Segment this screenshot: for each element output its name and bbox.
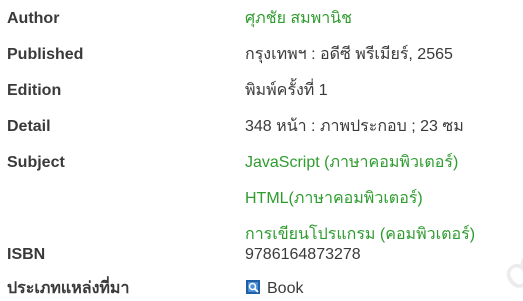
author-row: Author ศุภชัย สมพานิช [0, 8, 523, 44]
subject-item: JavaScript (ภาษาคอมพิวเตอร์) [245, 152, 475, 188]
isbn-label: ISBN [7, 246, 46, 263]
subject-link-html[interactable]: HTML(ภาษาคอมพิวเตอร์) [245, 190, 423, 207]
edition-label: Edition [7, 82, 62, 99]
subject-item: HTML(ภาษาคอมพิวเตอร์) [245, 188, 475, 224]
isbn-row: ISBN 9786164873278 [0, 244, 523, 280]
book-icon [246, 280, 260, 294]
published-label: Published [7, 46, 84, 63]
detail-value: 348 หน้า : ภาพประกอบ ; 23 ซม [245, 118, 464, 135]
published-value: กรุงเทพฯ : อดีซี พรีเมียร์, 2565 [245, 46, 453, 63]
subject-link-javascript[interactable]: JavaScript (ภาษาคอมพิวเตอร์) [245, 154, 458, 171]
edition-row: Edition พิมพ์ครั้งที่ 1 [0, 80, 523, 116]
isbn-value: 9786164873278 [245, 246, 361, 263]
edition-value: พิมพ์ครั้งที่ 1 [245, 82, 328, 99]
subject-link-programming[interactable]: การเขียนโปรแกรม (คอมพิวเตอร์) [245, 226, 475, 243]
detail-label: Detail [7, 118, 51, 135]
bibliographic-record: Author ศุภชัย สมพานิช Published กรุงเทพฯ… [0, 0, 523, 301]
resource-type-label: ประเภทแหล่งที่มา [7, 280, 130, 297]
published-row: Published กรุงเทพฯ : อดีซี พรีเมียร์, 25… [0, 44, 523, 80]
author-label: Author [7, 10, 60, 27]
author-link[interactable]: ศุภชัย สมพานิช [245, 8, 352, 30]
resource-type-text: Book [267, 280, 304, 297]
resource-type-value: Book [245, 278, 303, 300]
detail-row: Detail 348 หน้า : ภาพประกอบ ; 23 ซม [0, 116, 523, 152]
subject-label: Subject [7, 154, 65, 171]
resource-type-row: ประเภทแหล่งที่มา Book [0, 278, 523, 301]
